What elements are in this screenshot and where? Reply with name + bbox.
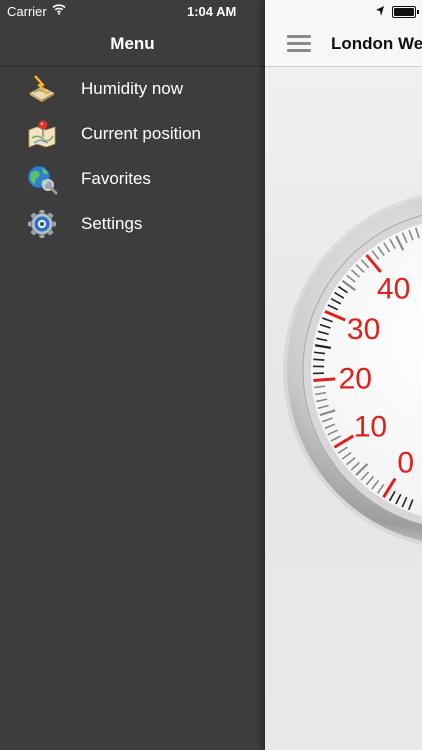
gauge-tick-label: 30 [347, 313, 380, 346]
battery-icon [392, 6, 419, 18]
gear-icon [26, 208, 58, 240]
status-bar-right [265, 0, 422, 22]
menu-item-label: Humidity now [81, 79, 184, 98]
carrier-label: Carrier [7, 4, 47, 19]
gauge-tick-label: 20 [339, 363, 372, 396]
menu-header: Menu [0, 22, 265, 67]
navigation-bar: London We [265, 22, 422, 67]
map-pin-icon [26, 118, 58, 150]
gauge-tick [313, 358, 325, 361]
menu-item-humidity-now[interactable]: Humidity now [0, 66, 265, 111]
menu-item-current-position[interactable]: Current position [0, 111, 265, 156]
humidity-gauge: 0 10 20 30 40 [283, 190, 422, 550]
menu-title: Menu [110, 34, 155, 53]
app-screen: Carrier 1:04 AM Menu Humidity now Curren… [0, 0, 422, 750]
hamburger-icon[interactable] [287, 35, 311, 53]
menu-item-settings[interactable]: Settings [0, 201, 265, 246]
menu-item-label: Settings [81, 214, 143, 233]
gauge-tick [313, 377, 336, 382]
status-time: 1:04 AM [187, 4, 237, 19]
gauge-tick-label: 0 [397, 447, 414, 480]
side-menu: Carrier 1:04 AM Menu Humidity now Curren… [0, 0, 265, 750]
gauge-tick-label: 40 [377, 272, 410, 305]
wifi-icon [52, 3, 66, 18]
menu-list: Humidity now Current position Favorites … [0, 66, 265, 246]
globe-search-icon [26, 163, 58, 195]
gauge-tick-label: 10 [354, 411, 387, 444]
menu-item-label: Favorites [81, 169, 151, 188]
menu-item-favorites[interactable]: Favorites [0, 156, 265, 201]
location-arrow-icon [375, 4, 385, 22]
humidity-map-icon [26, 73, 58, 105]
nav-title: London We [331, 34, 422, 53]
main-panel[interactable]: London We 0 10 20 30 40 [265, 0, 422, 750]
status-bar-left: Carrier 1:04 AM [0, 0, 265, 22]
menu-item-label: Current position [81, 124, 202, 143]
